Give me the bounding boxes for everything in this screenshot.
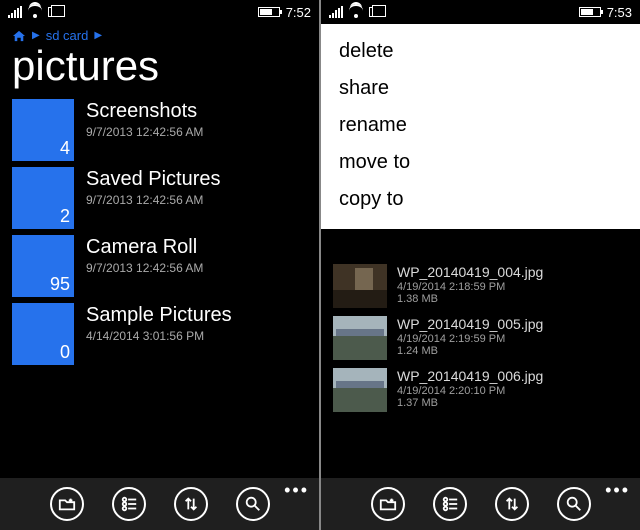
sort-icon	[182, 495, 200, 513]
sort-icon	[503, 495, 521, 513]
folder-name: Screenshots	[86, 99, 203, 123]
folder-date: 9/7/2013 12:42:56 AM	[86, 261, 203, 275]
appbar: •••	[0, 478, 319, 530]
chevron-right-icon: ▶	[32, 30, 40, 41]
search-button[interactable]	[557, 487, 591, 521]
folder-item[interactable]: 2 Saved Pictures 9/7/2013 12:42:56 AM	[12, 167, 319, 229]
select-button[interactable]	[433, 487, 467, 521]
statusbar: 7:52	[0, 0, 319, 24]
select-button[interactable]	[112, 487, 146, 521]
file-thumbnail	[333, 264, 387, 308]
menu-share[interactable]: share	[339, 77, 622, 100]
more-button[interactable]: •••	[605, 486, 630, 495]
wifi-icon	[349, 6, 363, 18]
folder-list: 4 Screenshots 9/7/2013 12:42:56 AM 2 Sav…	[0, 99, 319, 478]
folder-item[interactable]: 95 Camera Roll 9/7/2013 12:42:56 AM	[12, 235, 319, 297]
search-button[interactable]	[236, 487, 270, 521]
breadcrumb-sdcard[interactable]: sd card	[46, 28, 89, 43]
new-folder-button[interactable]	[50, 487, 84, 521]
context-menu: delete share rename move to copy to	[321, 24, 640, 229]
breadcrumb[interactable]: ▶ sd card ▶	[0, 24, 319, 43]
sort-button[interactable]	[174, 487, 208, 521]
sort-button[interactable]	[495, 487, 529, 521]
new-folder-icon	[379, 495, 397, 513]
signal-icon	[329, 6, 343, 18]
folder-count: 4	[60, 138, 70, 159]
new-folder-button[interactable]	[371, 487, 405, 521]
file-size: 1.38 MB	[397, 293, 543, 305]
file-item[interactable]: WP_20140419_006.jpg 4/19/2014 2:20:10 PM…	[321, 364, 640, 416]
signal-icon	[8, 6, 22, 18]
file-size: 1.24 MB	[397, 345, 543, 357]
search-icon	[244, 495, 262, 513]
folder-tile: 2	[12, 167, 74, 229]
phone-right: 7:53 delete share rename move to copy to…	[321, 0, 640, 530]
battery-icon	[579, 7, 601, 17]
page-title: pictures	[0, 43, 319, 99]
file-name: WP_20140419_006.jpg	[397, 368, 543, 384]
new-folder-icon	[58, 495, 76, 513]
file-name: WP_20140419_005.jpg	[397, 316, 543, 332]
folder-item[interactable]: 4 Screenshots 9/7/2013 12:42:56 AM	[12, 99, 319, 161]
folder-date: 4/14/2014 3:01:56 PM	[86, 329, 232, 343]
file-thumbnail	[333, 316, 387, 360]
phone-left: 7:52 ▶ sd card ▶ pictures 4 Screenshots …	[0, 0, 319, 530]
folder-count: 0	[60, 342, 70, 363]
file-item[interactable]: WP_20140419_004.jpg 4/19/2014 2:18:59 PM…	[321, 260, 640, 312]
file-size: 1.37 MB	[397, 397, 543, 409]
cards-icon	[369, 7, 381, 17]
file-item[interactable]: WP_20140419_005.jpg 4/19/2014 2:19:59 PM…	[321, 312, 640, 364]
file-name: WP_20140419_004.jpg	[397, 264, 543, 280]
wifi-icon	[28, 6, 42, 18]
folder-count: 95	[50, 274, 70, 295]
menu-rename[interactable]: rename	[339, 114, 622, 137]
statusbar: 7:53	[321, 0, 640, 24]
menu-delete[interactable]: delete	[339, 40, 622, 63]
cards-icon	[48, 7, 60, 17]
menu-copy-to[interactable]: copy to	[339, 188, 622, 211]
search-icon	[565, 495, 583, 513]
file-date: 4/19/2014 2:18:59 PM	[397, 281, 543, 293]
clock: 7:53	[607, 5, 632, 20]
select-icon	[441, 495, 459, 513]
file-date: 4/19/2014 2:20:10 PM	[397, 385, 543, 397]
folder-date: 9/7/2013 12:42:56 AM	[86, 193, 221, 207]
folder-name: Sample Pictures	[86, 303, 232, 327]
appbar: •••	[321, 478, 640, 530]
folder-count: 2	[60, 206, 70, 227]
more-button[interactable]: •••	[284, 486, 309, 495]
folder-name: Camera Roll	[86, 235, 203, 259]
home-icon	[12, 30, 26, 42]
chevron-right-icon: ▶	[94, 30, 102, 41]
file-date: 4/19/2014 2:19:59 PM	[397, 333, 543, 345]
battery-icon	[258, 7, 280, 17]
select-icon	[120, 495, 138, 513]
folder-tile: 0	[12, 303, 74, 365]
menu-move-to[interactable]: move to	[339, 151, 622, 174]
folder-date: 9/7/2013 12:42:56 AM	[86, 125, 203, 139]
folder-tile: 4	[12, 99, 74, 161]
file-thumbnail	[333, 368, 387, 412]
folder-tile: 95	[12, 235, 74, 297]
folder-name: Saved Pictures	[86, 167, 221, 191]
clock: 7:52	[286, 5, 311, 20]
folder-item[interactable]: 0 Sample Pictures 4/14/2014 3:01:56 PM	[12, 303, 319, 365]
